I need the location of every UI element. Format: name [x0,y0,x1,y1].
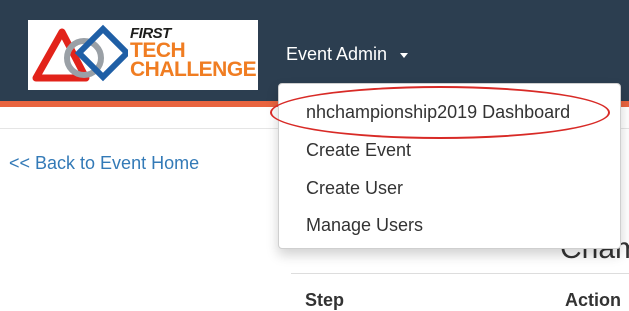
menu-item-create-event[interactable]: Create Event [306,140,411,161]
event-admin-label: Event Admin [286,44,388,64]
back-to-event-home-link[interactable]: << Back to Event Home [9,153,199,174]
menu-item-dashboard[interactable]: nhchampionship2019 Dashboard [306,102,570,123]
menu-item-create-user[interactable]: Create User [306,178,403,199]
logo-emblem-icon [32,24,128,82]
caret-down-icon [400,52,409,58]
event-admin-menu[interactable]: Event Admin [286,44,409,65]
first-tech-challenge-logo[interactable]: FIRST TECH CHALLENGE [28,20,258,90]
table-top-rule [291,273,629,274]
logo-wordmark: FIRST TECH CHALLENGE [130,26,257,81]
table-header-step: Step [305,290,345,310]
table-header-action: Action [565,290,621,310]
logo-challenge-text: CHALLENGE [130,58,257,81]
menu-item-manage-users[interactable]: Manage Users [306,215,423,236]
event-admin-dropdown: nhchampionship2019 Dashboard Create Even… [278,83,621,249]
